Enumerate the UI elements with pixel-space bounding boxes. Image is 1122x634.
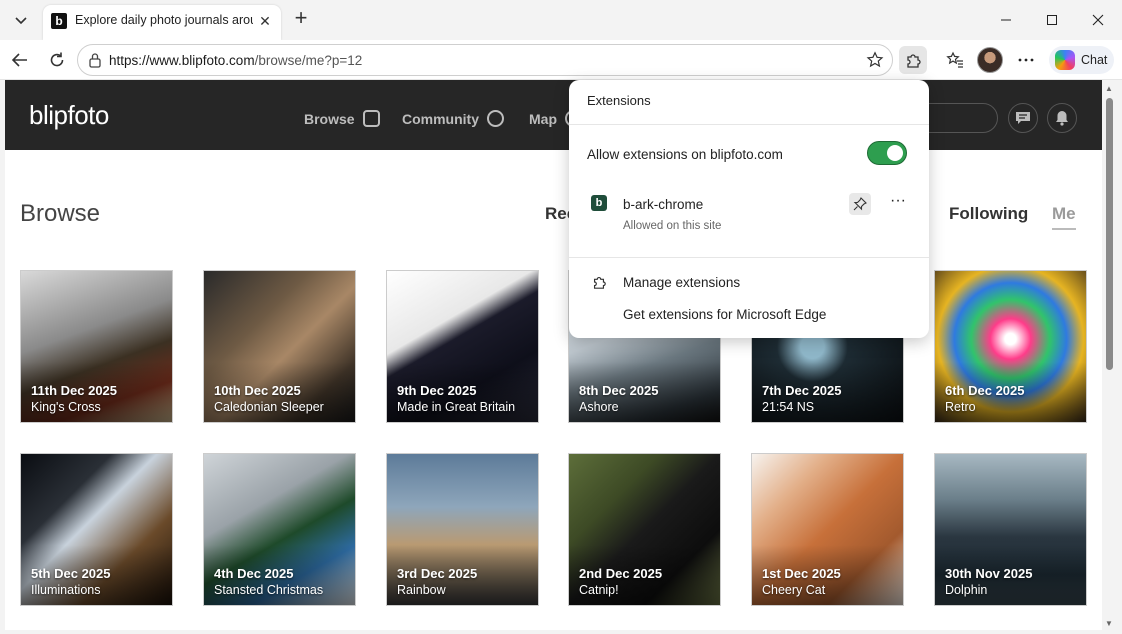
extensions-popup: Extensions Allow extensions on blipfoto.… (569, 80, 929, 338)
photo-caption: Dolphin (945, 583, 988, 597)
subnav-following[interactable]: Following (949, 204, 1028, 224)
favorites-list-icon[interactable] (941, 46, 969, 74)
extension-name[interactable]: b-ark-chrome (623, 197, 703, 212)
b-ark-extension-icon: b (591, 195, 607, 211)
profile-avatar[interactable] (977, 47, 1003, 73)
scrollbar-thumb[interactable] (1106, 98, 1113, 370)
subnav-me[interactable]: Me (1052, 204, 1076, 230)
photo-tile[interactable]: 6th Dec 2025 Retro (934, 270, 1087, 423)
messages-icon[interactable] (1008, 103, 1038, 133)
blipfoto-favicon-icon: b (51, 13, 67, 29)
get-extensions-link[interactable]: Get extensions for Microsoft Edge (623, 307, 826, 322)
page-viewport: blipfoto Browse Community Map Browse Rec… (5, 80, 1102, 630)
photo-caption: 21:54 NS (762, 400, 815, 414)
tab-actions-chevron-icon[interactable] (7, 6, 35, 34)
photo-date: 3rd Dec 2025 (397, 566, 478, 581)
refresh-icon[interactable] (43, 46, 71, 74)
close-tab-icon[interactable]: ✕ (257, 13, 273, 29)
blipfoto-logo[interactable]: blipfoto (29, 100, 109, 131)
address-bar[interactable]: https://www.blipfoto.com/browse/me?p=12 (77, 44, 893, 76)
lock-icon[interactable] (88, 52, 102, 68)
nav-map-label: Map (529, 110, 557, 127)
allow-extensions-label: Allow extensions on blipfoto.com (587, 147, 783, 162)
nav-community[interactable]: Community (402, 110, 504, 127)
photo-caption: Made in Great Britain (397, 400, 516, 414)
divider (569, 124, 929, 125)
photo-date: 9th Dec 2025 (397, 383, 477, 398)
photo-caption: Illuminations (31, 583, 101, 597)
nav-browse[interactable]: Browse (304, 110, 380, 127)
photo-caption: Catnip! (579, 583, 619, 597)
minimize-icon[interactable] (983, 6, 1029, 34)
photo-tile[interactable]: 1st Dec 2025 Cheery Cat (751, 453, 904, 606)
back-arrow-icon[interactable] (6, 46, 34, 74)
browser-toolbar: https://www.blipfoto.com/browse/me?p=12 … (0, 40, 1122, 80)
manage-extensions-link[interactable]: Manage extensions (623, 275, 740, 290)
new-tab-plus-icon[interactable]: + (290, 7, 312, 30)
notifications-bell-icon[interactable] (1047, 103, 1077, 133)
url-host: https://www.blipfoto.com (109, 53, 255, 68)
photo-date: 1st Dec 2025 (762, 566, 841, 581)
photo-tile[interactable]: 30th Nov 2025 Dolphin (934, 453, 1087, 606)
scroll-up-icon[interactable]: ▲ (1105, 84, 1113, 93)
tab-title: Explore daily photo journals around the … (75, 13, 253, 27)
photo-date: 7th Dec 2025 (762, 383, 842, 398)
photo-caption: Cheery Cat (762, 583, 826, 597)
copilot-chat-button[interactable]: Chat (1049, 46, 1114, 74)
photo-tile[interactable]: 9th Dec 2025 Made in Great Britain (386, 270, 539, 423)
photo-tile[interactable]: 4th Dec 2025 Stansted Christmas (203, 453, 356, 606)
url-path: /browse/me?p=12 (254, 53, 363, 68)
tab-bar: b Explore daily photo journals around th… (0, 0, 1122, 40)
maximize-icon[interactable] (1029, 6, 1075, 34)
close-window-icon[interactable] (1075, 6, 1121, 34)
favorite-star-icon[interactable] (866, 51, 884, 69)
toggle-knob (887, 145, 903, 161)
photo-caption: Rainbow (397, 583, 446, 597)
divider (569, 257, 929, 258)
page-title: Browse (20, 200, 101, 227)
photo-date: 5th Dec 2025 (31, 566, 111, 581)
more-options-icon[interactable] (1012, 46, 1040, 74)
photo-date: 6th Dec 2025 (945, 383, 1025, 398)
photo-date: 11th Dec 2025 (31, 383, 118, 398)
manage-extensions-puzzle-icon (593, 276, 606, 289)
pin-extension-icon[interactable] (849, 193, 871, 215)
photo-tile[interactable]: 5th Dec 2025 Illuminations (20, 453, 173, 606)
site-header: blipfoto Browse Community Map (5, 80, 1102, 150)
extension-site-access-status: Allowed on this site (623, 220, 722, 232)
page-scrollbar[interactable]: ▲ ▼ (1102, 80, 1117, 630)
photo-date: 4th Dec 2025 (214, 566, 294, 581)
scroll-down-icon[interactable]: ▼ (1105, 619, 1113, 628)
community-icon (487, 110, 504, 127)
extensions-puzzle-icon[interactable] (899, 46, 927, 74)
nav-browse-label: Browse (304, 110, 355, 127)
extension-more-options-icon[interactable]: ··· (887, 193, 909, 215)
active-tab[interactable]: b Explore daily photo journals around th… (43, 5, 281, 40)
photo-tile[interactable]: 11th Dec 2025 King's Cross (20, 270, 173, 423)
photo-tile[interactable]: 10th Dec 2025 Caledonian Sleeper (203, 270, 356, 423)
copilot-icon (1055, 50, 1075, 70)
nav-community-label: Community (402, 110, 479, 127)
chat-label: Chat (1081, 53, 1108, 67)
photo-caption: Stansted Christmas (214, 583, 324, 597)
url-text[interactable]: https://www.blipfoto.com/browse/me?p=12 (109, 53, 362, 68)
photo-caption: Retro (945, 400, 976, 414)
photo-date: 10th Dec 2025 (214, 383, 301, 398)
photo-tile[interactable]: 3rd Dec 2025 Rainbow (386, 453, 539, 606)
photo-tile[interactable]: 2nd Dec 2025 Catnip! (568, 453, 721, 606)
photo-caption: Ashore (579, 400, 619, 414)
photo-date: 30th Nov 2025 (945, 566, 1033, 581)
extensions-popup-title: Extensions (587, 93, 651, 108)
photo-date: 8th Dec 2025 (579, 383, 659, 398)
grid-icon (362, 110, 380, 127)
allow-extensions-toggle[interactable] (867, 141, 907, 165)
photo-caption: Caledonian Sleeper (214, 400, 324, 414)
photo-date: 2nd Dec 2025 (579, 566, 663, 581)
photo-caption: King's Cross (31, 400, 101, 414)
